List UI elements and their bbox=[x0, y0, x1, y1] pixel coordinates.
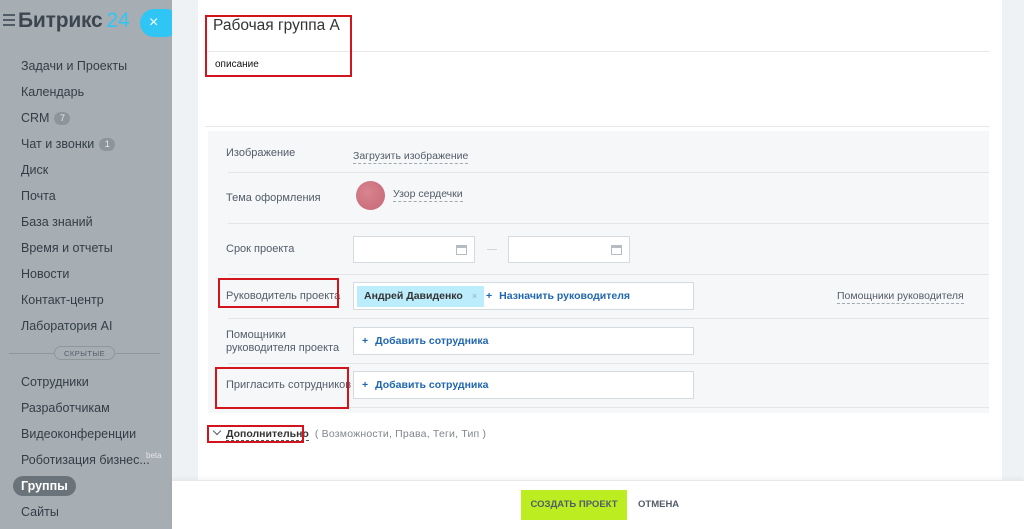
end-date-input[interactable] bbox=[508, 236, 630, 263]
sidebar-item-tasks[interactable]: Задачи и Проекты bbox=[0, 54, 172, 80]
invite-selector[interactable]: + Добавить сотрудника bbox=[353, 371, 694, 399]
plus-icon: + bbox=[486, 290, 493, 302]
start-date-input[interactable] bbox=[353, 236, 475, 263]
sidebar-item-time-reports[interactable]: Время и отчеты bbox=[0, 236, 172, 262]
chat-counter-badge: 1 bbox=[99, 138, 116, 151]
calendar-icon[interactable] bbox=[456, 245, 467, 255]
additional-settings-hint: ( Возможности, Права, Теги, Тип ) bbox=[314, 428, 487, 440]
sidebar-item-crm[interactable]: CRM 7 bbox=[0, 106, 172, 132]
sidebar-header: Битрикс 24 × bbox=[0, 0, 172, 44]
left-sidebar: Битрикс 24 × Задачи и Проекты Календарь C… bbox=[0, 0, 172, 529]
close-slider-button[interactable]: × bbox=[140, 9, 172, 37]
image-label: Изображение bbox=[226, 147, 296, 159]
hidden-section-label: СКРЫТЫЕ bbox=[54, 346, 116, 360]
annotation-box-more bbox=[207, 425, 304, 443]
theme-label: Тема оформления bbox=[226, 192, 321, 204]
sidebar-item-sites[interactable]: Сайты bbox=[0, 500, 172, 526]
theme-value-link[interactable]: Узор сердечки bbox=[393, 188, 463, 202]
cancel-button[interactable]: ОТМЕНА bbox=[638, 490, 679, 520]
description-divider bbox=[205, 126, 990, 127]
sidebar-item-calendar[interactable]: Календарь bbox=[0, 80, 172, 106]
owner-selector[interactable]: Андрей Давиденко × + Назначить руководител… bbox=[353, 282, 694, 310]
sidebar-item-mail[interactable]: Почта bbox=[0, 184, 172, 210]
sidebar-item-disk[interactable]: Диск bbox=[0, 158, 172, 184]
deputies-selector[interactable]: + Добавить сотрудника bbox=[353, 327, 694, 355]
assign-owner-link[interactable]: + Назначить руководителя bbox=[486, 283, 630, 309]
sidebar-item-chat[interactable]: Чат и звонки 1 bbox=[0, 132, 172, 158]
annotation-box-owner bbox=[218, 278, 339, 308]
menu-toggle-icon[interactable] bbox=[3, 14, 15, 26]
plus-icon: + bbox=[362, 335, 369, 347]
date-range-dash bbox=[487, 249, 497, 250]
annotation-box-title bbox=[205, 15, 352, 77]
sidebar-item-ai-lab[interactable]: Лаборатория AI bbox=[0, 314, 172, 340]
annotation-box-invite bbox=[215, 367, 349, 409]
deputies-link[interactable]: Помощники руководителя bbox=[837, 290, 964, 304]
sidebar-item-automation[interactable]: Роботизация бизнес... beta bbox=[0, 448, 172, 474]
calendar-icon[interactable] bbox=[611, 245, 622, 255]
plus-icon: + bbox=[362, 379, 369, 391]
sidebar-item-contact-center[interactable]: Контакт-центр bbox=[0, 288, 172, 314]
deadline-label: Срок проекта bbox=[226, 243, 295, 255]
owner-tag[interactable]: Андрей Давиденко × bbox=[357, 286, 485, 307]
add-deputy-link[interactable]: + Добавить сотрудника bbox=[362, 328, 488, 354]
sidebar-item-employees[interactable]: Сотрудники bbox=[0, 370, 172, 396]
sidebar-menu: Задачи и Проекты Календарь CRM 7 Чат и зв… bbox=[0, 54, 172, 526]
add-member-link[interactable]: + Добавить сотрудника bbox=[362, 372, 488, 398]
sidebar-item-developers[interactable]: Разработчикам bbox=[0, 396, 172, 422]
app-logo[interactable]: Битрикс 24 bbox=[18, 9, 130, 33]
deputies-label: Помощники руководителя проекта bbox=[226, 329, 340, 354]
upload-image-link[interactable]: Загрузить изображение bbox=[353, 150, 469, 164]
theme-preview-icon[interactable] bbox=[356, 181, 385, 210]
beta-badge: beta bbox=[146, 451, 162, 460]
remove-tag-icon[interactable]: × bbox=[472, 291, 477, 301]
hidden-section-divider[interactable]: СКРЫТЫЕ bbox=[0, 340, 172, 370]
sidebar-item-news[interactable]: Новости bbox=[0, 262, 172, 288]
sidebar-item-groups[interactable]: Группы bbox=[0, 474, 172, 500]
create-project-button[interactable]: СОЗДАТЬ ПРОЕКТ bbox=[521, 490, 627, 520]
form-footer: СОЗДАТЬ ПРОЕКТ ОТМЕНА bbox=[172, 480, 1024, 529]
crm-counter-badge: 7 bbox=[54, 112, 71, 125]
sidebar-item-knowledge-base[interactable]: База знаний bbox=[0, 210, 172, 236]
